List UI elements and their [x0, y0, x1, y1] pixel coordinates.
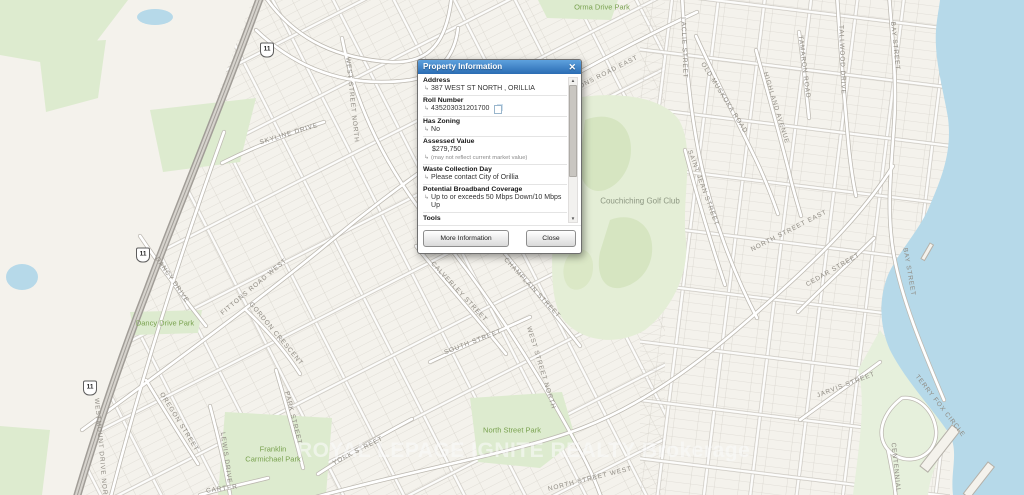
section-has-zoning: Has Zoning ↳ No — [423, 117, 567, 137]
indent-arrow-icon: ↳ — [424, 126, 429, 134]
scrollbar-thumb[interactable] — [569, 85, 577, 177]
section-waste-collection: Waste Collection Day ↳ Please contact Ci… — [423, 165, 567, 185]
indent-arrow-icon: ↳ — [424, 85, 429, 93]
indent-arrow-icon: ↳ — [424, 174, 429, 182]
section-assessed-value: Assessed Value $279,750 ↳ (may not refle… — [423, 137, 567, 165]
roll-number-value: 435203031201700 — [431, 105, 489, 113]
assessed-value: $279,750 — [423, 146, 567, 154]
property-information-popup: Property Information ✕ Address ↳ 387 WES… — [417, 59, 582, 254]
popup-content: Address ↳ 387 WEST ST NORTH , ORILLIA Ro… — [418, 74, 581, 225]
scroll-down-icon[interactable]: ▼ — [569, 216, 577, 222]
highway-11-shield-icon: 11 — [260, 43, 274, 58]
copy-document-icon[interactable] — [494, 105, 502, 114]
indent-arrow-icon: ↳ — [424, 154, 429, 162]
waste-collection-value: Please contact City of Orillia — [431, 174, 519, 182]
indent-arrow-icon: ↳ — [424, 105, 429, 113]
popup-scrollbar[interactable]: ▲ ▼ — [568, 77, 578, 223]
scroll-up-icon[interactable]: ▲ — [569, 78, 577, 84]
popup-header: Property Information ✕ — [418, 60, 581, 74]
indent-arrow-icon: ↳ — [424, 194, 429, 202]
broadband-value: Up to or exceeds 50 Mbps Down/10 Mbps Up — [431, 194, 567, 210]
has-zoning-value: No — [431, 126, 440, 134]
section-address: Address ↳ 387 WEST ST NORTH , ORILLIA — [423, 76, 567, 96]
assessed-value-note: (may not reflect current market value) — [431, 154, 527, 162]
section-broadband: Potential Broadband Coverage ↳ Up to or … — [423, 185, 567, 213]
close-icon[interactable]: ✕ — [568, 60, 576, 74]
close-button[interactable]: Close — [526, 230, 576, 247]
section-roll-number: Roll Number ↳ 435203031201700 — [423, 96, 567, 117]
highway-11-shield-icon: 11 — [83, 381, 97, 396]
popup-title: Property Information — [423, 60, 502, 74]
more-information-button[interactable]: More Information — [423, 230, 509, 247]
popup-button-row: More Information Close — [418, 225, 581, 253]
tools-section-header[interactable]: Tools — [423, 213, 567, 225]
address-value: 387 WEST ST NORTH , ORILLIA — [431, 85, 535, 93]
map-viewer[interactable]: WEST STREET NORTHSKYLINE DRIVEDANCY DRIV… — [0, 0, 1024, 495]
highway-11-shield-icon: 11 — [136, 248, 150, 263]
